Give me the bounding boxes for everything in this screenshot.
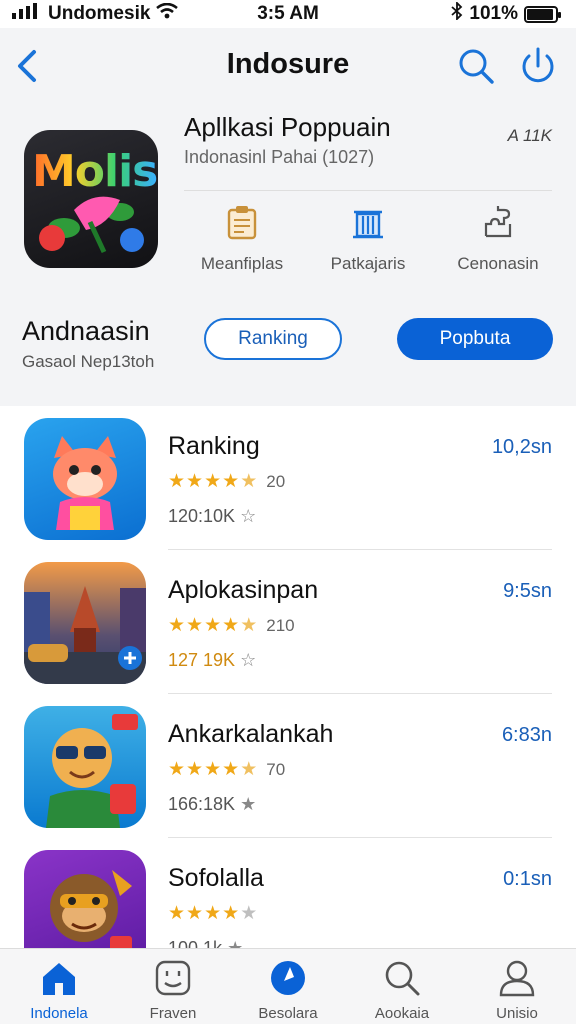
tab-unisio[interactable]: Unisio — [462, 959, 572, 1022]
city-scene-icon — [24, 586, 146, 684]
status-time: 3:5 AM — [257, 3, 319, 24]
app-subtitle: Indonasinl Pahai (1027) — [184, 147, 375, 167]
tab-bar: Indonela Fraven Besolara Aookaia Unisio — [0, 948, 576, 1024]
section-subtitle: Gasaol Nep13toh — [22, 352, 155, 371]
power-button[interactable] — [518, 46, 558, 86]
divider — [184, 190, 552, 191]
app-name: Apllkasi Poppuain — [184, 112, 391, 142]
list-item[interactable]: Ankarkalankah ★ ★ ★ ★ ★ 70 166:18K ★ 6:83n — [0, 694, 576, 838]
tab-besolara[interactable]: Besolara — [233, 959, 343, 1022]
section-title: Andnaasin — [22, 316, 150, 346]
feature-label: Cenonasin — [457, 254, 539, 273]
rating-count: 70 — [266, 759, 286, 779]
app-size: 6:83n — [501, 724, 552, 746]
rating-stars: ★ ★ ★ ★ ★ 210 — [168, 615, 295, 636]
fox-character-icon — [53, 436, 117, 530]
power-icon — [522, 47, 554, 83]
download-count: 166:18K ★ — [168, 794, 257, 814]
feature-meanfiplas[interactable]: Meanfiplas — [182, 204, 302, 274]
tab-label: Fraven — [149, 1005, 197, 1022]
list-item[interactable]: Aplokasinpan ★ ★ ★ ★ ★ 210 127 19K ☆ 9:5sn — [0, 550, 576, 694]
home-icon — [43, 963, 75, 995]
app-size: 10,2sn — [491, 436, 552, 458]
status-bar: Undomesik 3:5 AM 101% — [0, 0, 576, 28]
app-icon — [24, 418, 146, 540]
download-count: 120:10K ☆ — [168, 506, 257, 526]
compass-icon — [271, 961, 305, 995]
tab-label: Besolara — [258, 1005, 318, 1022]
app-icon — [24, 562, 146, 684]
person-icon — [499, 960, 535, 997]
rating-stars: ★ ★ ★ ★ ★ — [168, 903, 258, 924]
search-button[interactable] — [456, 46, 496, 86]
tab-fraven[interactable]: Fraven — [118, 959, 228, 1022]
app-size: A 11K — [507, 126, 552, 145]
rating-stars: ★ ★ ★ ★ ★ 20 — [168, 471, 286, 492]
download-value: 127 19K — [168, 650, 236, 670]
tab-aookaia[interactable]: Aookaia — [347, 959, 457, 1022]
app-size: 9:5sn — [503, 580, 552, 602]
face-icon — [155, 960, 191, 996]
tab-label: Unisio — [496, 1005, 538, 1022]
app-name: Aplokasinpan — [168, 576, 319, 604]
tab-label: Indonela — [30, 1005, 88, 1022]
feature-patkajaris[interactable]: Patkajaris — [308, 204, 428, 274]
tab-label: Aookaia — [374, 1005, 430, 1022]
puzzle-icon — [484, 206, 512, 238]
download-value: 166:18K — [168, 794, 236, 814]
featured-app-icon[interactable]: Molis — [24, 130, 158, 268]
rating-stars: ★ ★ ★ ★ ★ 70 — [168, 759, 286, 780]
clipboard-icon — [227, 206, 257, 240]
download-value: 120:10K — [168, 506, 236, 526]
ranking-button[interactable]: Ranking — [204, 318, 342, 360]
app-icon — [24, 706, 146, 828]
app-artwork — [39, 196, 144, 254]
feature-label: Patkajaris — [330, 254, 406, 273]
search-icon — [385, 961, 420, 996]
rating-count: 20 — [266, 471, 286, 491]
list-item[interactable]: Ranking ★ ★ ★ ★ ★ 20 120:10K ☆ 10,2sn — [0, 406, 576, 550]
nav-bar: Indosure — [0, 40, 576, 92]
feature-cenonasin[interactable]: Cenonasin — [438, 204, 558, 274]
rating-count: 210 — [266, 615, 295, 635]
app-name: Ranking — [168, 432, 260, 460]
app-name: Ankarkalankah — [168, 720, 334, 748]
tab-indonela[interactable]: Indonela — [4, 959, 114, 1022]
search-icon — [459, 49, 494, 84]
download-count: 127 19K ☆ — [168, 650, 257, 670]
app-header-section: Indosure Molis Apllkasi Poppuain Indonas… — [0, 28, 576, 406]
battery-icon — [524, 5, 561, 23]
app-size: 0:1sn — [503, 868, 552, 890]
cartoon-face-icon — [46, 714, 138, 828]
app-name: Sofolalla — [168, 864, 264, 892]
feature-label: Meanfiplas — [200, 254, 284, 273]
popular-button[interactable]: Popbuta — [397, 318, 553, 360]
building-icon — [353, 210, 383, 239]
